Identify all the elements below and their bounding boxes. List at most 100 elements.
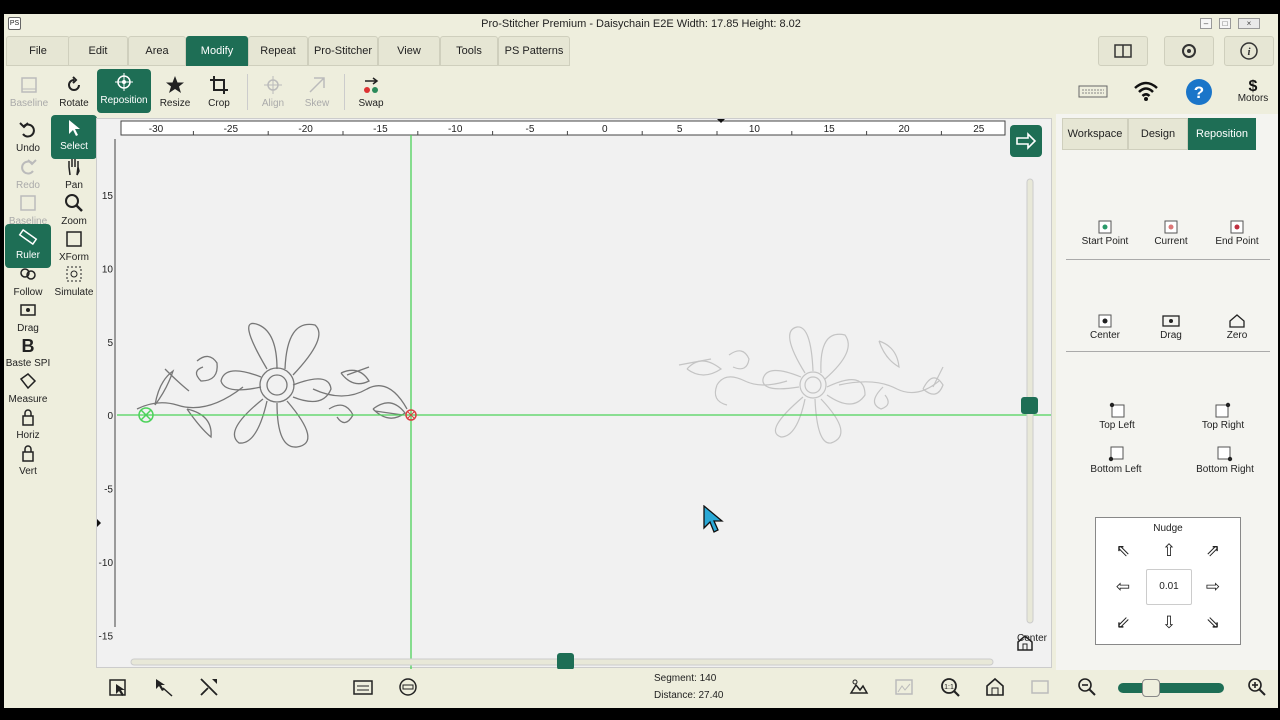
- select-tool[interactable]: Select: [51, 115, 97, 159]
- image-icon[interactable]: [893, 676, 915, 698]
- center-icon: [1098, 314, 1112, 328]
- menu-pro-stitcher[interactable]: Pro-Stitcher: [308, 36, 378, 66]
- drag-icon: [20, 304, 36, 316]
- lock-icon: [22, 409, 34, 426]
- top-right-button[interactable]: Top Right: [1188, 402, 1258, 431]
- arrow-down-icon: ⇩: [1161, 613, 1177, 632]
- menu-modify[interactable]: Modify: [186, 36, 248, 66]
- start-point-button[interactable]: Start Point: [1070, 220, 1140, 247]
- horizontal-scroll-thumb[interactable]: [557, 653, 574, 669]
- arrow-up-left-icon: ⇖: [1115, 541, 1131, 560]
- ruler-icon: [18, 228, 38, 246]
- zoom-slider-thumb[interactable]: [1141, 679, 1160, 697]
- keyboard-shortcut-icon[interactable]: [352, 676, 374, 698]
- start-point-icon: [1098, 220, 1112, 234]
- x-ruler-tick-label: 25: [973, 124, 985, 135]
- menu-view[interactable]: View: [378, 36, 440, 66]
- quilt-view-icon[interactable]: [848, 676, 870, 698]
- menu-repeat[interactable]: Repeat: [248, 36, 308, 66]
- baseline-icon: [20, 195, 36, 211]
- crop-tool[interactable]: Crop: [196, 72, 242, 116]
- baste-icon: B: [22, 336, 35, 355]
- menu-edit[interactable]: Edit: [68, 36, 128, 66]
- segment-label: Segment: 140: [654, 673, 717, 684]
- tab-workspace[interactable]: Workspace: [1062, 118, 1128, 150]
- title-bar: PS Pro-Stitcher Premium - Daisychain E2E…: [4, 14, 1278, 34]
- panel-divider: [1066, 351, 1270, 352]
- zoom-out-icon[interactable]: [1076, 676, 1098, 698]
- skew-tool[interactable]: Skew: [294, 72, 340, 116]
- drag-button[interactable]: Drag: [1142, 314, 1200, 341]
- settings-button[interactable]: [1164, 36, 1214, 66]
- align-tool[interactable]: Align: [250, 72, 296, 116]
- nudge-left-button[interactable]: ⇦: [1112, 576, 1134, 598]
- top-left-button[interactable]: Top Left: [1082, 402, 1152, 431]
- hand-icon: [68, 159, 80, 176]
- info-icon: i: [1240, 42, 1258, 60]
- resize-tool[interactable]: Resize: [152, 72, 198, 116]
- nudge-up-left-button[interactable]: ⇖: [1112, 540, 1134, 562]
- book-button[interactable]: [1098, 36, 1148, 66]
- minimize-button[interactable]: –: [1200, 18, 1212, 29]
- simulate-tool[interactable]: Simulate: [51, 261, 97, 305]
- nudge-up-right-button[interactable]: ⇗: [1202, 540, 1224, 562]
- select-line-icon[interactable]: [153, 676, 175, 698]
- menu-ps-patterns[interactable]: PS Patterns: [498, 36, 570, 66]
- status-bar: Segment: 140 Distance: 27.40 1:1: [4, 670, 1278, 708]
- zero-button[interactable]: Zero: [1208, 314, 1266, 341]
- rotate-tool[interactable]: Rotate: [51, 72, 97, 116]
- reposition-tool[interactable]: Reposition: [97, 69, 151, 113]
- nudge-down-right-button[interactable]: ⇘: [1202, 612, 1224, 634]
- frame-icon[interactable]: [1029, 676, 1051, 698]
- menu-area[interactable]: Area: [128, 36, 186, 66]
- close-button[interactable]: ×: [1238, 18, 1260, 29]
- x-ruler-tick-label: -30: [149, 124, 164, 135]
- help-icon[interactable]: ?: [1185, 78, 1213, 106]
- x-ruler-tick-label: 15: [824, 124, 836, 135]
- panel-toggle-button[interactable]: [1010, 125, 1042, 157]
- end-point-icon: [1230, 220, 1244, 234]
- x-ruler-tick-label: 20: [898, 124, 910, 135]
- current-point-icon: [1164, 220, 1178, 234]
- nudge-down-left-button[interactable]: ⇙: [1112, 612, 1134, 634]
- end-point-button[interactable]: End Point: [1202, 220, 1272, 247]
- nudge-title: Nudge: [1153, 523, 1183, 534]
- baseline-tool[interactable]: Baseline: [6, 72, 52, 116]
- bottom-left-button[interactable]: Bottom Left: [1076, 446, 1156, 475]
- ruler-marker: [97, 519, 101, 527]
- design-canvas[interactable]: -30 -25 -20 -15 -10 -5 0 5 10 15 20 25 15 10 5 0 -5 -10 -…: [96, 118, 1052, 669]
- tab-design[interactable]: Design: [1128, 118, 1188, 150]
- dollar-icon: $: [1249, 78, 1258, 94]
- svg-text:1:1: 1:1: [944, 684, 954, 691]
- vert-tool[interactable]: Vert: [5, 440, 51, 484]
- y-ruler-tick-label: 5: [107, 338, 113, 349]
- stitch-design[interactable]: [136, 322, 408, 448]
- bottom-right-button[interactable]: Bottom Right: [1182, 446, 1268, 475]
- menu-tools[interactable]: Tools: [440, 36, 498, 66]
- select-box-icon[interactable]: [108, 676, 130, 698]
- wifi-icon[interactable]: [1132, 78, 1160, 104]
- nudge-up-button[interactable]: ⇧: [1158, 540, 1180, 562]
- home-icon[interactable]: [984, 676, 1006, 698]
- y-ruler-tick-label: -10: [99, 558, 114, 569]
- nudge-value-field[interactable]: 0.01: [1146, 569, 1192, 605]
- info-button[interactable]: i: [1224, 36, 1274, 66]
- current-point-button[interactable]: Current: [1142, 220, 1200, 247]
- select-cross-icon[interactable]: [198, 676, 220, 698]
- zoom-slider[interactable]: [1118, 679, 1224, 697]
- menu-file[interactable]: File: [6, 36, 70, 66]
- swap-tool[interactable]: Swap: [348, 72, 394, 116]
- magnifier-icon: [65, 194, 83, 212]
- center-button[interactable]: Center: [1076, 314, 1134, 341]
- nudge-down-button[interactable]: ⇩: [1158, 612, 1180, 634]
- settings-dial-icon[interactable]: [397, 676, 419, 698]
- vertical-scroll-thumb[interactable]: [1021, 397, 1038, 414]
- nudge-right-button[interactable]: ⇨: [1202, 576, 1224, 598]
- lock-icon: [22, 445, 34, 462]
- keyboard-icon[interactable]: [1078, 84, 1110, 100]
- maximize-button[interactable]: □: [1219, 18, 1231, 29]
- tab-reposition[interactable]: Reposition: [1188, 118, 1256, 150]
- zoom-extents-icon[interactable]: 1:1: [939, 676, 961, 698]
- zoom-in-icon[interactable]: [1246, 676, 1268, 698]
- canvas-center-button[interactable]: Center: [1015, 633, 1049, 667]
